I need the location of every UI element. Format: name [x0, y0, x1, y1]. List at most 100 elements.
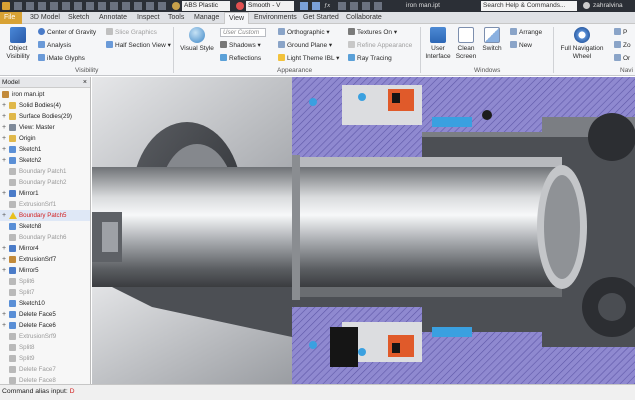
shadows-button[interactable]: Shadows ▾: [220, 41, 261, 50]
user-interface-button[interactable]: User Interface: [424, 27, 452, 61]
patch-icon: [9, 179, 16, 186]
expand-icon[interactable]: +: [2, 210, 8, 221]
extrusion-icon: [9, 201, 16, 208]
expand-icon[interactable]: +: [2, 309, 8, 320]
user-name[interactable]: zahralvina: [593, 1, 623, 11]
tab-tools[interactable]: Tools: [164, 12, 188, 24]
model-render[interactable]: [92, 77, 635, 384]
clear-override-icon[interactable]: [300, 2, 308, 10]
expand-icon[interactable]: +: [2, 254, 8, 265]
customize-icon[interactable]: [158, 2, 166, 10]
tab-manage[interactable]: Manage: [190, 12, 223, 24]
user-custom-select[interactable]: User Custom: [220, 28, 266, 37]
tab-sketch[interactable]: Sketch: [64, 12, 93, 24]
clean-screen-button[interactable]: Clean Screen: [454, 27, 478, 61]
material-select[interactable]: ABS Plastic: [182, 1, 230, 11]
ground-plane-button[interactable]: Ground Plane ▾: [278, 41, 332, 50]
home-icon[interactable]: [74, 2, 82, 10]
expand-icon[interactable]: +: [2, 265, 8, 276]
light-theme-icon: [278, 54, 285, 61]
toolbar-icon-3[interactable]: [362, 2, 370, 10]
new-window-button[interactable]: New: [510, 41, 532, 50]
visual-style-button[interactable]: Visual Style: [179, 27, 215, 53]
patch-icon: [9, 168, 16, 175]
parameters-icon[interactable]: [134, 2, 142, 10]
expand-icon[interactable]: +: [2, 144, 8, 155]
measure-icon[interactable]: [110, 2, 118, 10]
analysis-button[interactable]: Analysis: [38, 41, 71, 50]
toolbar-icon-1[interactable]: [338, 2, 346, 10]
expand-icon[interactable]: +: [2, 188, 8, 199]
browser-item-label: Delete Face6: [19, 322, 56, 329]
command-input[interactable]: D: [70, 388, 75, 395]
half-section-view-button[interactable]: Half Section View ▾: [106, 41, 171, 50]
light-theme-select[interactable]: Light Theme IBL ▾: [278, 54, 339, 63]
adjust-icon[interactable]: [312, 2, 320, 10]
save-icon[interactable]: [38, 2, 46, 10]
tab-file[interactable]: File: [0, 12, 22, 24]
graphics-viewport[interactable]: [92, 77, 635, 384]
browse-icon[interactable]: [146, 2, 154, 10]
open-icon[interactable]: [26, 2, 34, 10]
expand-icon[interactable]: +: [2, 122, 8, 133]
object-visibility-button[interactable]: Object Visibility: [3, 27, 33, 61]
part-icon: [2, 91, 9, 98]
zoom-icon: [614, 41, 621, 48]
pan-button[interactable]: P: [614, 28, 627, 37]
tab-get-started[interactable]: Get Started: [299, 12, 343, 24]
tab-3d-model[interactable]: 3D Model: [26, 12, 64, 24]
select-icon[interactable]: [86, 2, 94, 10]
browser-item-label: View: Master: [19, 124, 55, 131]
toolbar-icon-2[interactable]: [350, 2, 358, 10]
ray-tracing-button[interactable]: Ray Tracing: [348, 54, 392, 63]
imate-glyphs-button[interactable]: iMate Glyphs: [38, 54, 85, 63]
analysis-icon: [38, 41, 45, 48]
expand-icon[interactable]: +: [2, 243, 8, 254]
redo-icon[interactable]: [62, 2, 70, 10]
expand-icon[interactable]: +: [2, 111, 8, 122]
browser-item-label: Boundary Patch2: [19, 179, 67, 186]
expand-icon[interactable]: +: [2, 320, 8, 331]
center-of-gravity-button[interactable]: Center of Gravity: [38, 28, 96, 37]
appearance-select[interactable]: Smooth - V: [246, 1, 294, 11]
command-line[interactable]: Command alias input: D: [0, 384, 635, 400]
reflections-icon: [220, 54, 227, 61]
reflections-button[interactable]: Reflections: [220, 54, 261, 63]
orthographic-button[interactable]: Orthographic ▾: [278, 28, 330, 37]
switch-button[interactable]: Switch: [480, 27, 504, 53]
help-search-input[interactable]: Search Help & Commands...: [481, 1, 577, 11]
patch-icon: [9, 234, 16, 241]
slice-graphics-button[interactable]: Slice Graphics: [106, 28, 157, 37]
tab-collaborate[interactable]: Collaborate: [342, 12, 386, 24]
fx-icon[interactable]: ƒx: [324, 1, 330, 11]
sketch-icon: [9, 300, 16, 307]
update-icon[interactable]: [98, 2, 106, 10]
orbit-button[interactable]: Or: [614, 54, 630, 63]
ipart-icon[interactable]: [122, 2, 130, 10]
expand-icon[interactable]: +: [2, 100, 8, 111]
undo-icon[interactable]: [50, 2, 58, 10]
expand-icon[interactable]: +: [2, 155, 8, 166]
browser-item-label: Delete Face7: [19, 366, 56, 373]
refine-appearance-button[interactable]: Refine Appearance: [348, 41, 412, 50]
app-icon[interactable]: [2, 2, 10, 10]
expand-icon[interactable]: +: [2, 133, 8, 144]
browser-close-icon[interactable]: ×: [83, 77, 87, 88]
tab-environments[interactable]: Environments: [250, 12, 301, 24]
sketch-icon: [9, 146, 16, 153]
textures-on-button[interactable]: Textures On ▾: [348, 28, 397, 37]
panel-divider: [553, 27, 554, 73]
browser-item-label: ExtrusionSrf7: [19, 256, 57, 263]
user-icon[interactable]: [583, 2, 590, 9]
arrange-button[interactable]: Arrange: [510, 28, 542, 37]
tab-annotate[interactable]: Annotate: [95, 12, 131, 24]
full-navigation-wheel-button[interactable]: Full Navigation Wheel: [557, 27, 607, 61]
panel-label-visibility: Visibility: [75, 67, 99, 74]
browser-item[interactable]: + Boundary Patch5: [0, 210, 90, 221]
zoom-button[interactable]: Zo: [614, 41, 631, 50]
tab-inspect[interactable]: Inspect: [133, 12, 164, 24]
toolbar-icon-4[interactable]: [374, 2, 382, 10]
new-icon[interactable]: [14, 2, 22, 10]
extrusion-icon: [9, 256, 16, 263]
mirror-icon: [9, 245, 16, 252]
